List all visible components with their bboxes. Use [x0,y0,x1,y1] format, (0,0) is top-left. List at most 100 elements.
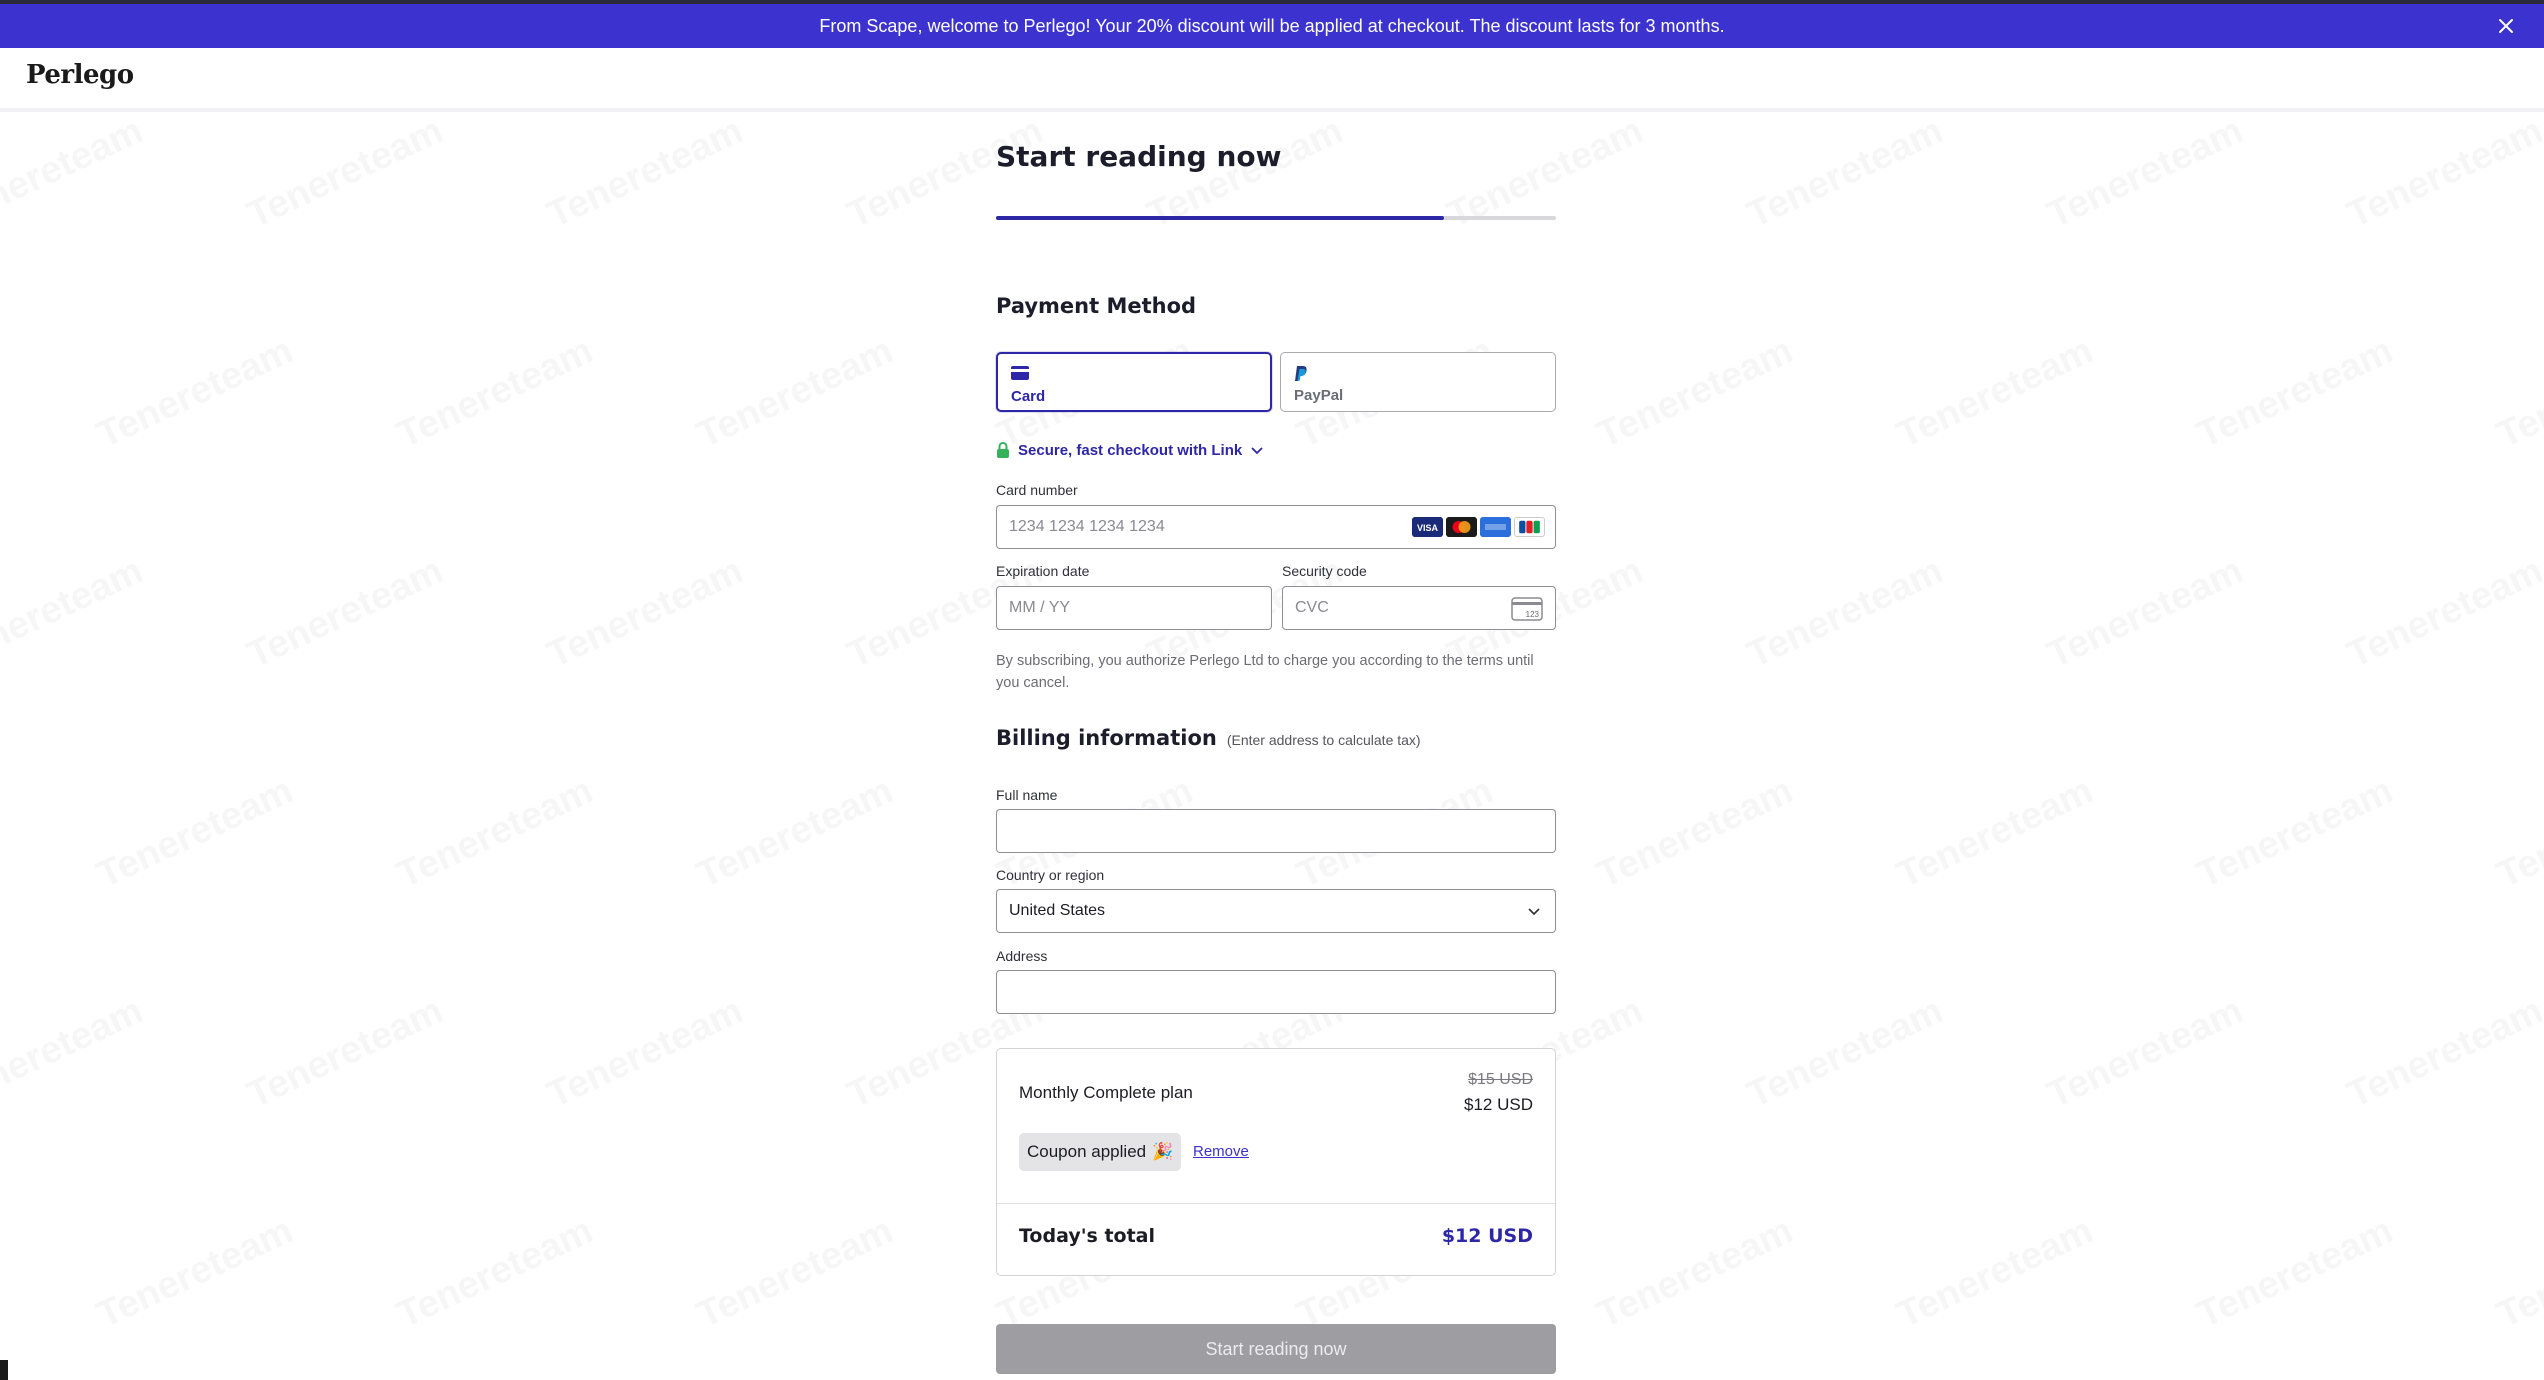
card-brand-logos: VISA [1412,517,1545,537]
link-checkout-label: Secure, fast checkout with Link [1018,442,1243,459]
security-code-label: Security code [1282,563,1367,579]
tab-card-label: Card [1011,388,1046,405]
coupon-badge: Coupon applied 🎉 [1019,1133,1182,1171]
watermark-text: Tenereteam [1591,1210,1800,1338]
watermark-text: Tenereteam [1741,550,1950,678]
country-value: United States [1009,902,1106,919]
total-value: $12 USD [1441,1225,1533,1247]
card-number-placeholder: 1234 1234 1234 1234 [1009,518,1165,535]
promo-banner-message: From Scape, welcome to Perlego! Your 20%… [819,15,1725,36]
watermark-text: Tenereteam [391,330,600,458]
watermark-text: Tenereteam [391,1210,600,1338]
full-name-input[interactable] [996,809,1556,853]
credit-card-icon [1011,366,1029,380]
visa-icon: VISA [1412,517,1443,537]
card-number-input[interactable]: 1234 1234 1234 1234 VISA [996,505,1556,549]
watermark-text: Tenereteam [91,330,300,458]
watermark-text: Tenereteam [1741,112,1950,237]
tab-card[interactable]: Card [996,352,1272,412]
plan-name: Monthly Complete plan [1019,1083,1193,1102]
progress-bar [996,216,1556,220]
link-checkout-toggle[interactable]: Secure, fast checkout with Link [996,442,1264,459]
security-code-placeholder: CVC [1295,599,1329,616]
expiration-placeholder: MM / YY [1009,599,1071,616]
cvc-hint: 123 [1526,610,1540,619]
perlego-logo[interactable]: Perlego [26,60,134,90]
paypal-icon [1295,366,1307,381]
watermark-text: Tenereteam [2041,112,2250,237]
card-number-label: Card number [996,482,1078,498]
cvc-card-icon: 123 [1511,597,1543,621]
subscription-terms: By subscribing, you authorize Perlego Lt… [996,653,1534,691]
chevron-down-icon [1528,908,1540,916]
watermark-text: Tenereteam [691,770,900,898]
expiration-label: Expiration date [996,563,1090,579]
billing-header: Billing information (Enter address to ca… [996,726,1421,750]
watermark-text: Tenereteam [1891,1210,2100,1338]
watermark-text: Tenereteam [541,112,750,237]
jcb-icon [1514,517,1545,537]
discounted-price: $12 USD [1464,1095,1533,1114]
tab-paypal[interactable]: PayPal [1280,352,1556,412]
mastercard-icon [1446,517,1477,537]
watermark-text: Tenereteam [2341,550,2544,678]
expiration-input[interactable]: MM / YY [996,586,1272,630]
full-name-label: Full name [996,787,1058,803]
watermark-text: Tenereteam [1741,990,1950,1118]
watermark-text: Tenereteam [0,550,150,678]
remove-coupon-link[interactable]: Remove [1193,1143,1249,1160]
watermark-text: Tenereteam [1891,770,2100,898]
watermark-text: Tenereteam [691,330,900,458]
lock-icon [997,442,1009,458]
summary-divider [997,1203,1555,1204]
watermark-text: Tenereteam [691,1210,900,1338]
watermark-text: Tenereteam [91,1210,300,1338]
watermark-text: Tenereteam [1891,330,2100,458]
address-label: Address [996,948,1048,964]
watermark-text: Tenereteam [91,770,300,898]
watermark-text: Tenereteam [2041,990,2250,1118]
amex-icon [1480,517,1511,537]
progress-bar-fill [996,216,1444,220]
country-label: Country or region [996,867,1105,883]
watermark-text: Tenereteam [2491,1210,2544,1338]
visa-label: VISA [1417,523,1439,533]
watermark-text: Tenereteam [2041,550,2250,678]
address-input[interactable] [996,970,1556,1014]
watermark-text: Tenereteam [2341,112,2544,237]
security-code-input[interactable]: CVC 123 [1282,586,1556,630]
tab-paypal-label: PayPal [1294,387,1344,404]
close-icon[interactable] [2496,16,2516,36]
watermark-text: Tenereteam [0,112,150,237]
start-reading-button[interactable]: Start reading now [996,1324,1556,1374]
watermark-text: Tenereteam [2491,330,2544,458]
watermark-text: Tenereteam [241,550,450,678]
watermark-text: Tenereteam [391,770,600,898]
window-corner [0,1360,8,1380]
page-title: Start reading now [996,140,1282,173]
chevron-down-icon [1251,446,1263,454]
watermark-text: Tenereteam [2191,330,2400,458]
coupon-label: Coupon applied [1027,1142,1147,1161]
watermark-text: Tenereteam [1591,330,1800,458]
watermark-text: Tenereteam [2191,1210,2400,1338]
watermark-text: Tenereteam [2341,990,2544,1118]
order-summary: Monthly Complete plan $15 USD $12 USD Co… [996,1048,1556,1276]
watermark-text: Tenereteam [241,112,450,237]
original-price: $15 USD [1468,1071,1533,1088]
watermark-text: Tenereteam [0,990,150,1118]
watermark-text: Tenereteam [2191,770,2400,898]
payment-method-title: Payment Method [996,294,1197,318]
watermark-text: Tenereteam [541,990,750,1118]
watermark-text: Tenereteam [1591,770,1800,898]
total-label: Today's total [1019,1225,1156,1247]
watermark-text: Tenereteam [541,550,750,678]
watermark-text: Tenereteam [241,990,450,1118]
site-header: Perlego [0,48,2544,112]
billing-hint: (Enter address to calculate tax) [1226,732,1421,748]
party-popper-icon: 🎉 [1152,1142,1174,1161]
billing-title: Billing information [996,726,1217,750]
watermark-text: Tenereteam [2491,770,2544,898]
country-select[interactable]: United States [996,889,1556,933]
promo-banner: From Scape, welcome to Perlego! Your 20%… [0,4,2544,48]
